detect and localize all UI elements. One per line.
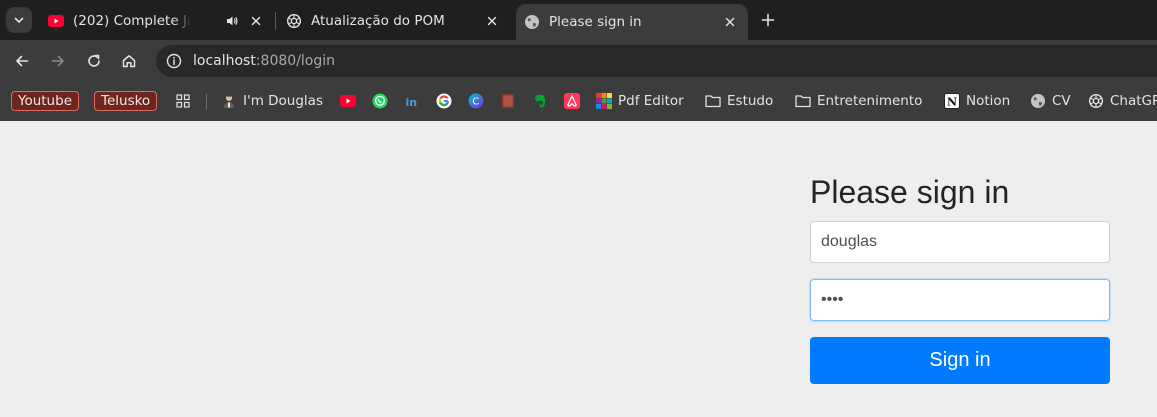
globe-icon — [524, 14, 540, 30]
close-tab-icon[interactable] — [484, 13, 500, 29]
arrow-right-icon — [51, 55, 64, 67]
bookmark-cv[interactable]: CV — [1030, 91, 1071, 111]
plus-icon — [761, 13, 775, 27]
bookmark-folder-estudo[interactable]: Estudo — [705, 91, 773, 111]
svg-text:in: in — [406, 96, 418, 109]
bookmark-folder-entretenimento[interactable]: Entretenimento — [795, 91, 922, 111]
arrow-left-icon — [16, 55, 29, 67]
chatgpt-icon — [286, 13, 302, 29]
bookmark-label: Notion — [966, 93, 1011, 109]
book-icon — [500, 93, 516, 109]
bookmark-label: ChatGPT — [1110, 93, 1157, 109]
tab-divider — [275, 12, 276, 30]
address-bar[interactable]: localhost:8080/login — [156, 45, 1157, 77]
tab-title: (202) Complete Java, — [73, 13, 191, 29]
forward-button[interactable] — [46, 49, 70, 73]
bookmark-linkedin[interactable]: in — [404, 91, 420, 111]
person-icon — [221, 93, 237, 109]
tab-atualizacao-pom[interactable]: Atualização do POM — [278, 5, 510, 37]
url-path: :8080/login — [255, 53, 336, 69]
bookmark-label: CV — [1052, 93, 1071, 109]
svg-text:N: N — [947, 96, 957, 109]
bookmark-youtube[interactable]: Youtube — [11, 91, 79, 111]
bookmark-canva[interactable]: C — [468, 91, 484, 111]
svg-text:C: C — [472, 97, 479, 108]
bookmarks-bar: Youtube Telusko I'm Douglas in C Pdf Edi… — [0, 82, 1157, 121]
youtube-icon — [48, 13, 64, 29]
bookmark-label: Entretenimento — [817, 93, 923, 109]
page-content: Please sign in Sign in — [0, 121, 1157, 417]
grid-color-icon — [596, 93, 612, 109]
bookmark-telusko[interactable]: Telusko — [94, 91, 158, 111]
bookmark-whatsapp[interactable] — [372, 91, 388, 111]
chevron-down-icon — [14, 17, 24, 24]
bookmark-evernote[interactable] — [532, 91, 548, 111]
tab-please-sign-in[interactable]: Please sign in — [516, 4, 748, 40]
bookmark-label: I'm Douglas — [243, 93, 323, 109]
speaker-icon[interactable] — [224, 13, 240, 29]
bookmark-label: Pdf Editor — [618, 93, 684, 109]
bookmark-chatgpt[interactable]: ChatGPT — [1088, 91, 1157, 111]
bookmark-youtube-icon[interactable] — [340, 91, 356, 111]
evernote-icon — [532, 93, 548, 109]
new-tab-button[interactable] — [758, 10, 778, 30]
bookmark-notion[interactable]: N Notion — [944, 91, 1010, 111]
username-input[interactable] — [810, 221, 1110, 263]
tab-search-button[interactable] — [6, 7, 32, 33]
info-icon[interactable] — [162, 49, 186, 73]
tab-youtube[interactable]: (202) Complete Java, — [40, 5, 274, 37]
sign-in-button[interactable]: Sign in — [810, 337, 1110, 384]
tab-strip: (202) Complete Java, Atualização do POM … — [0, 0, 1157, 40]
bookmark-airbnb[interactable] — [564, 91, 580, 111]
bookmark-google[interactable] — [436, 91, 452, 111]
bookmark-pdf-editor[interactable]: Pdf Editor — [596, 91, 684, 111]
youtube-icon — [340, 93, 356, 109]
chatgpt-icon — [1088, 93, 1104, 109]
close-tab-icon[interactable] — [722, 14, 738, 30]
page-title: Please sign in — [810, 174, 1010, 210]
tab-title: Please sign in — [549, 14, 642, 30]
bookmark-im-douglas[interactable]: I'm Douglas — [221, 91, 323, 111]
folder-icon — [705, 93, 721, 109]
back-button[interactable] — [10, 49, 34, 73]
apps-button[interactable] — [175, 91, 191, 111]
browser-toolbar: localhost:8080/login — [0, 40, 1157, 82]
password-input[interactable] — [810, 279, 1110, 321]
bookmark-book[interactable] — [500, 91, 516, 111]
bookmark-label: Estudo — [727, 93, 774, 109]
coin-icon: C — [468, 93, 484, 109]
airbnb-icon — [564, 93, 580, 109]
google-icon — [436, 93, 452, 109]
home-button[interactable] — [117, 49, 141, 73]
whatsapp-icon — [372, 93, 388, 109]
close-tab-icon[interactable] — [248, 13, 264, 29]
home-icon — [122, 55, 136, 68]
apps-grid-icon — [175, 93, 191, 109]
globe-icon — [1030, 93, 1046, 109]
tab-title: Atualização do POM — [311, 13, 445, 29]
url-host: localhost — [193, 53, 256, 69]
bookmarks-divider — [206, 94, 207, 110]
linkedin-icon: in — [404, 93, 420, 109]
reload-icon — [88, 54, 100, 67]
folder-icon — [795, 93, 811, 109]
url-text[interactable]: localhost:8080/login — [193, 53, 335, 69]
notion-icon: N — [944, 93, 960, 109]
reload-button[interactable] — [82, 49, 106, 73]
